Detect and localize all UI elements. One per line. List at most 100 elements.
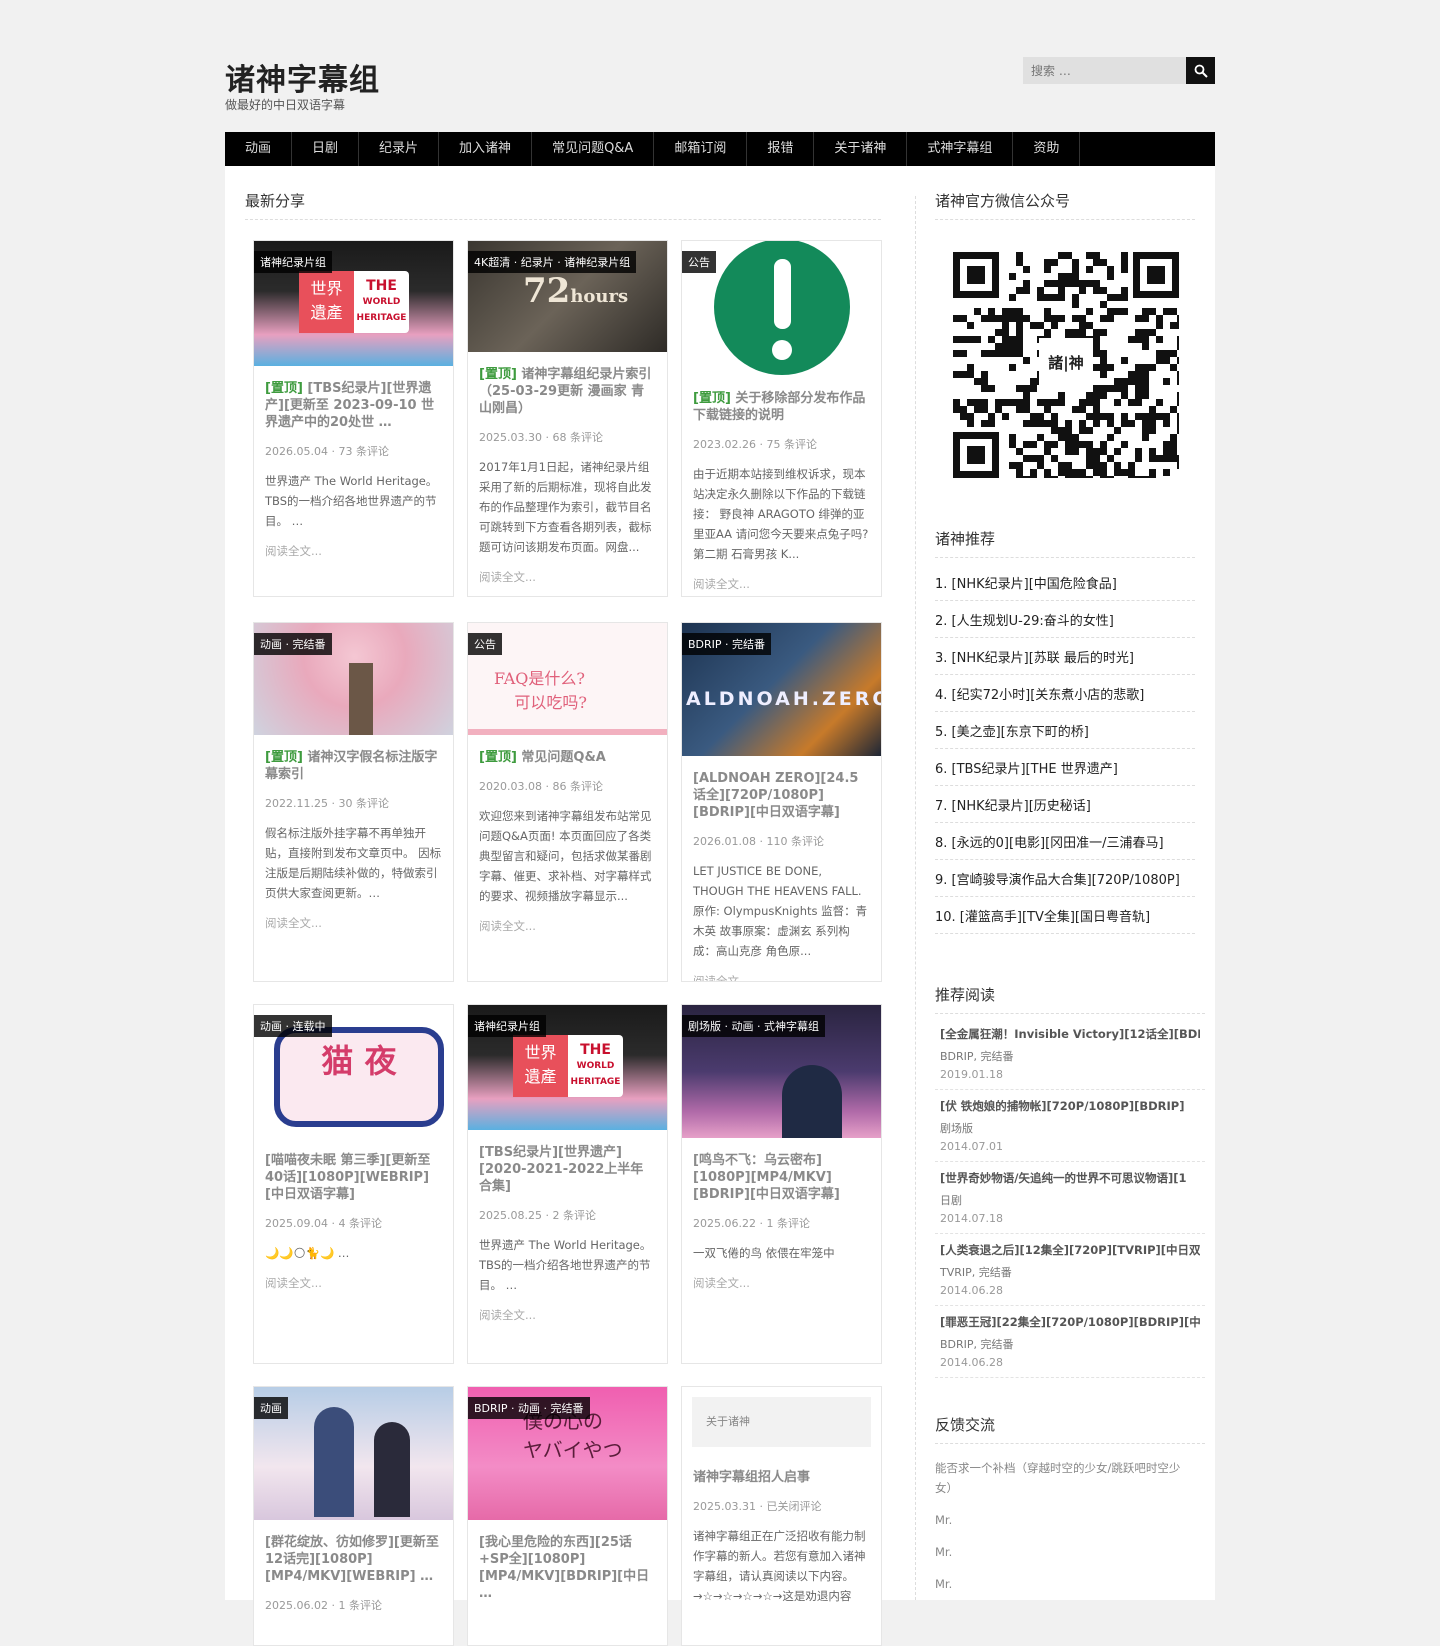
reading-item[interactable]: [伏 铁炮娘的捕物帐][720P/1080P][BDRIP] 剧场版 2014.07…: [935, 1090, 1205, 1162]
site-title[interactable]: 诸神字幕组: [225, 55, 380, 99]
feedback-item[interactable]: Mr.: [935, 1568, 1195, 1600]
post-title[interactable]: [鸣鸟不飞：乌云密布][1080P][MP4/MKV][BDRIP][中日双语字…: [693, 1152, 870, 1203]
reading-item[interactable]: [全金属狂潮！Invisible Victory][12话全][BDR BDRIP…: [935, 1018, 1205, 1090]
post-card[interactable]: 72hours 4K超清 · 纪录片 · 诸神纪录片组 [置顶] 诸神字幕组纪录…: [467, 240, 668, 597]
recommend-item[interactable]: 7. [NHK纪录片][历史秘话]: [935, 786, 1195, 823]
nav-item-documentary[interactable]: 纪录片: [359, 132, 440, 166]
feedback-item[interactable]: Mr.: [935, 1536, 1195, 1568]
post-tags[interactable]: 4K超清 · 纪录片 · 诸神纪录片组: [468, 251, 637, 273]
nav-item-shikigami[interactable]: 式神字幕组: [907, 132, 1014, 166]
nav-item-faq[interactable]: 常见问题Q&A: [532, 132, 655, 166]
reading-item-title[interactable]: [伏 铁炮娘的捕物帐][720P/1080P][BDRIP]: [940, 1098, 1200, 1114]
post-thumbnail[interactable]: 剧场版 · 动画 · 式神字幕组: [682, 1005, 881, 1138]
post-thumbnail[interactable]: 僕の心の ヤバイやつ BDRIP · 动画 · 完结番: [468, 1387, 667, 1520]
reading-item-title[interactable]: [人类衰退之后][12集全][720P][TVRIP][中日双: [940, 1242, 1200, 1258]
post-thumbnail[interactable]: 世界 遺產 THE WORLD HERITAGE 诸神纪录片组: [468, 1005, 667, 1130]
post-card[interactable]: 僕の心の ヤバイやつ BDRIP · 动画 · 完结番 [我心里危险的东西][25…: [467, 1386, 668, 1646]
feedback-item[interactable]: Mr.: [935, 1504, 1195, 1536]
post-tags[interactable]: 诸神纪录片组: [468, 1015, 546, 1037]
post-title[interactable]: [置顶] 诸神汉字假名标注版字幕索引: [265, 749, 442, 783]
post-card[interactable]: 世界 遺產 THE WORLD HERITAGE 诸神纪录片组 [TBS纪录片][世界…: [467, 1004, 668, 1364]
nav-item-about[interactable]: 关于诸神: [814, 132, 908, 166]
reading-item-category[interactable]: 日剧: [940, 1192, 1200, 1208]
read-more-link[interactable]: 阅读全文...: [479, 569, 656, 585]
post-card[interactable]: 猫 夜 动画 · 连载中 [喵喵夜未眠 第三季][更新至40话][1080P][…: [253, 1004, 454, 1364]
post-thumbnail[interactable]: 公告: [682, 241, 881, 376]
read-more-link[interactable]: 阅读全文...: [693, 576, 870, 592]
post-title[interactable]: [群花绽放、彷如修罗][更新至12话完][1080P][MP4/MKV][WEB…: [265, 1534, 442, 1585]
post-title[interactable]: [置顶] [TBS纪录片][世界遗产][更新至 2023-09-10 世界遗产中…: [265, 380, 442, 431]
read-more-link[interactable]: 阅读全文...: [479, 918, 656, 934]
recommend-item[interactable]: 8. [永远的0][电影][冈田准一/三浦春马]: [935, 823, 1195, 860]
post-thumbnail[interactable]: ALDNOAH.ZERO BDRIP · 完结番: [682, 623, 881, 756]
read-more-link[interactable]: 阅读全文...: [693, 1275, 870, 1291]
post-title[interactable]: [置顶] 关于移除部分发布作品下载链接的说明: [693, 390, 870, 424]
recommend-item[interactable]: 4. [纪实72小时][关东煮小店的悲歌]: [935, 675, 1195, 712]
post-tags[interactable]: 公告: [468, 633, 502, 655]
about-box[interactable]: 关于诸神: [692, 1397, 871, 1447]
search-input[interactable]: [1023, 57, 1186, 84]
post-thumbnail[interactable]: 猫 夜 动画 · 连载中: [254, 1005, 453, 1138]
post-card[interactable]: 世界 遺產 THE WORLD HERITAGE 诸神纪录片组 [置顶] [TBS纪录…: [253, 240, 454, 597]
post-tags[interactable]: 公告: [682, 251, 716, 273]
recommend-item[interactable]: 2. [人生规划U-29:奋斗的女性]: [935, 601, 1195, 638]
read-more-link[interactable]: 阅读全文...: [265, 915, 442, 931]
reading-item-category[interactable]: BDRIP, 完结番: [940, 1336, 1200, 1352]
nav-item-subscribe[interactable]: 邮箱订阅: [654, 132, 748, 166]
recommend-item[interactable]: 5. [美之壶][东京下町的桥]: [935, 712, 1195, 749]
nav-item-report[interactable]: 报错: [747, 132, 815, 166]
reading-item-category[interactable]: TVRIP, 完结番: [940, 1264, 1200, 1280]
post-card[interactable]: FAQ是什么? 可以吃吗? 公告 [置顶] 常见问题Q&A 2020.03.08…: [467, 622, 668, 982]
post-title[interactable]: [置顶] 常见问题Q&A: [479, 749, 656, 766]
reading-item-category[interactable]: 剧场版: [940, 1120, 1200, 1136]
post-card[interactable]: 动画 · 完结番 [置顶] 诸神汉字假名标注版字幕索引 2022.11.25 ·…: [253, 622, 454, 982]
post-tags[interactable]: 动画 · 连载中: [254, 1015, 332, 1037]
post-title[interactable]: [我心里危险的东西][25话+SP全][1080P][MP4/MKV][BDRI…: [479, 1534, 656, 1602]
recommend-item[interactable]: 3. [NHK纪录片][苏联 最后的时光]: [935, 638, 1195, 675]
search-button[interactable]: [1186, 57, 1215, 84]
post-card[interactable]: ALDNOAH.ZERO BDRIP · 完结番 [ALDNOAH ZERO][…: [681, 622, 882, 982]
post-tags[interactable]: 诸神纪录片组: [254, 251, 332, 273]
post-card[interactable]: 公告 [置顶] 关于移除部分发布作品下载链接的说明 2023.02.26 · 7…: [681, 240, 882, 597]
pinned-label: [置顶]: [265, 750, 303, 765]
post-thumbnail[interactable]: 动画 · 完结番: [254, 623, 453, 735]
read-more-link[interactable]: 阅读全文...: [265, 1275, 442, 1291]
nav-item-drama[interactable]: 日剧: [292, 132, 360, 166]
post-tags[interactable]: 剧场版 · 动画 · 式神字幕组: [682, 1015, 825, 1037]
read-more-link[interactable]: 阅读全文...: [479, 1307, 656, 1323]
reading-item-category[interactable]: BDRIP, 完结番: [940, 1048, 1200, 1064]
post-title[interactable]: [ALDNOAH ZERO][24.5话全][720P/1080P][BDRIP…: [693, 770, 870, 821]
post-thumbnail[interactable]: 72hours 4K超清 · 纪录片 · 诸神纪录片组: [468, 241, 667, 352]
reading-item-title[interactable]: [罪恶王冠][22集全][720P/1080P][BDRIP][中: [940, 1314, 1200, 1330]
post-tags[interactable]: BDRIP · 完结番: [682, 633, 772, 655]
reading-item[interactable]: [罪恶王冠][22集全][720P/1080P][BDRIP][中 BDRIP, …: [935, 1306, 1205, 1378]
post-thumbnail[interactable]: 世界 遺產 THE WORLD HERITAGE 诸神纪录片组: [254, 241, 453, 366]
recommend-item[interactable]: 6. [TBS纪录片][THE 世界遗产]: [935, 749, 1195, 786]
nav-item-donate[interactable]: 资助: [1013, 132, 1081, 166]
post-card[interactable]: 动画 [群花绽放、彷如修罗][更新至12话完][1080P][MP4/MKV][…: [253, 1386, 454, 1646]
post-thumbnail[interactable]: 动画: [254, 1387, 453, 1520]
nav-item-join[interactable]: 加入诸神: [439, 132, 533, 166]
post-title[interactable]: [喵喵夜未眠 第三季][更新至40话][1080P][WEBRIP][中日双语字…: [265, 1152, 442, 1203]
post-thumbnail[interactable]: FAQ是什么? 可以吃吗? 公告: [468, 623, 667, 735]
recommend-item[interactable]: 1. [NHK纪录片][中国危险食品]: [935, 564, 1195, 601]
post-card[interactable]: 关于诸神 诸神字幕组招人启事 2025.03.31 · 已关闭评论 诸神字幕组正…: [681, 1386, 882, 1646]
reading-item[interactable]: [人类衰退之后][12集全][720P][TVRIP][中日双 TVRIP, 完结…: [935, 1234, 1205, 1306]
reading-item-title[interactable]: [全金属狂潮！Invisible Victory][12话全][BDR: [940, 1026, 1200, 1042]
post-tags[interactable]: BDRIP · 动画 · 完结番: [468, 1397, 590, 1419]
recommend-item[interactable]: 10. [灌篮高手][TV全集][国日粤音轨]: [935, 897, 1195, 934]
post-tags[interactable]: 动画: [254, 1397, 288, 1419]
pinned-label: [置顶]: [479, 750, 517, 765]
nav-item-anime[interactable]: 动画: [225, 132, 293, 166]
reading-item-title[interactable]: [世界奇妙物语/矢追纯一的世界不可思议物语][1: [940, 1170, 1200, 1186]
post-title[interactable]: [TBS纪录片][世界遗产][2020-2021-2022上半年合集]: [479, 1144, 656, 1195]
post-title[interactable]: [置顶] 诸神字幕组纪录片索引（25-03-29更新 漫画家 青山刚昌）: [479, 366, 656, 417]
post-tags[interactable]: 动画 · 完结番: [254, 633, 332, 655]
read-more-link[interactable]: 阅读全文...: [693, 973, 870, 981]
post-card[interactable]: 剧场版 · 动画 · 式神字幕组 [鸣鸟不飞：乌云密布][1080P][MP4/…: [681, 1004, 882, 1364]
reading-item[interactable]: [世界奇妙物语/矢追纯一的世界不可思议物语][1 日剧 2014.07.18: [935, 1162, 1205, 1234]
read-more-link[interactable]: 阅读全文...: [265, 543, 442, 559]
post-title[interactable]: 诸神字幕组招人启事: [693, 1469, 870, 1486]
recommend-item[interactable]: 9. [宫崎骏导演作品大合集][720P/1080P]: [935, 860, 1195, 897]
feedback-item[interactable]: 能否求一个补档（穿越时空的少女/跳跃吧时空少女）: [935, 1452, 1195, 1504]
